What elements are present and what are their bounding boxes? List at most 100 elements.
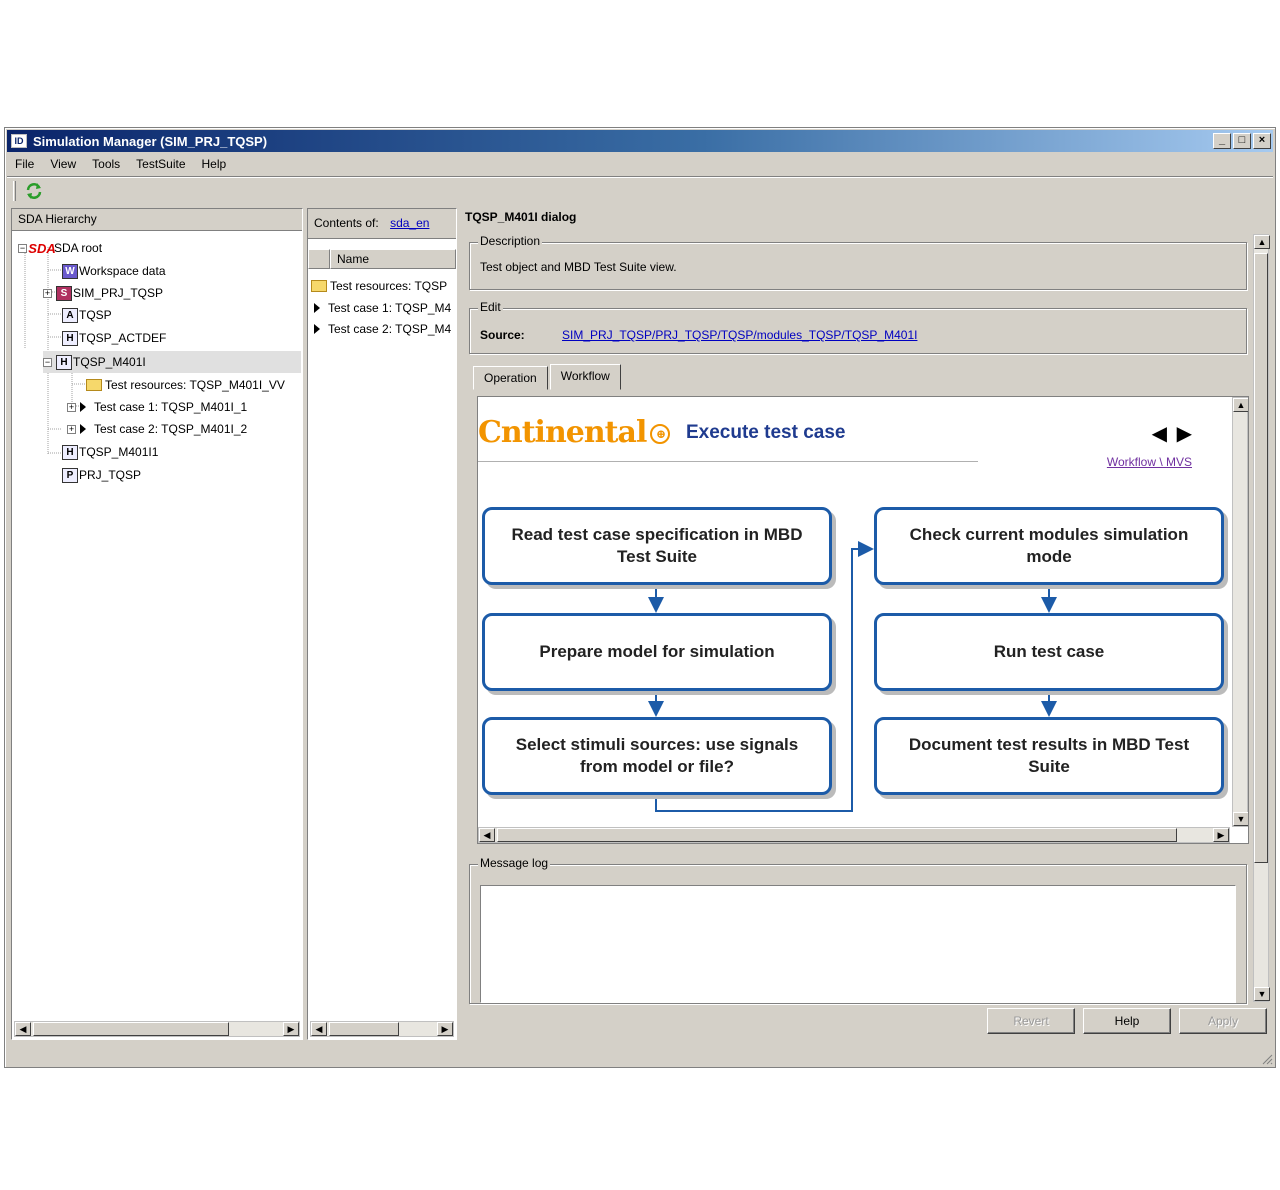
tree-item-label: PRJ_TQSP <box>79 468 142 482</box>
description-legend: Description <box>478 234 543 248</box>
contents-hscrollbar[interactable]: ◀ ▶ <box>310 1021 454 1037</box>
scroll-up-button[interactable]: ▲ <box>1254 235 1270 249</box>
scroll-right-button[interactable]: ▶ <box>1213 828 1229 842</box>
expand-icon[interactable]: + <box>67 424 76 434</box>
folder-icon <box>311 280 327 292</box>
maximize-button[interactable]: □ <box>1233 133 1251 149</box>
toolbar-grip <box>13 180 16 201</box>
tree-item-test-resources[interactable]: Test resources: TQSP_M401I_VV <box>86 374 285 396</box>
tree-item-sim-prj-tqsp[interactable]: + S SIM_PRJ_TQSP <box>43 282 163 304</box>
tree-item-label: TQSP_M401I1 <box>79 445 159 459</box>
step-check-modules[interactable]: Check current modules simulation mode <box>874 507 1224 585</box>
contents-header: Contents of: sda_en <box>308 209 456 239</box>
workflow-canvas: Cntinental ⊕ Execute test case ◀ ▶ Workfl… <box>477 396 1249 844</box>
tab-operation[interactable]: Operation <box>473 366 548 390</box>
tree-item-tqsp[interactable]: A TQSP <box>62 304 112 326</box>
scroll-down-button[interactable]: ▼ <box>1254 987 1270 1001</box>
menu-tools[interactable]: Tools <box>84 157 128 171</box>
edit-group: Edit Source: SIM_PRJ_TQSP/PRJ_TQSP/TQSP/… <box>469 300 1247 354</box>
dialog-title: TQSP_M401I dialog <box>465 210 577 224</box>
tab-workflow[interactable]: Workflow <box>549 364 621 390</box>
scroll-thumb[interactable] <box>497 828 1177 842</box>
simulation-manager-window: ID Simulation Manager (SIM_PRJ_TQSP) _ □… <box>4 127 1276 1068</box>
scroll-up-button[interactable]: ▲ <box>1233 398 1248 412</box>
app-icon: ID <box>11 134 27 148</box>
collapse-icon[interactable]: − <box>18 243 27 253</box>
minimize-button[interactable]: _ <box>1213 133 1231 149</box>
menu-help[interactable]: Help <box>194 157 235 171</box>
menu-testsuite[interactable]: TestSuite <box>128 157 193 171</box>
toolbar <box>7 176 1273 204</box>
tree-item-workspace-data[interactable]: W Workspace data <box>62 260 166 282</box>
tree-item-prj-tqsp[interactable]: P PRJ_TQSP <box>62 464 141 486</box>
dialog-pane: TQSP_M401I dialog Description Test objec… <box>463 208 1271 1063</box>
contents-link[interactable]: sda_en <box>390 216 429 230</box>
scroll-thumb[interactable] <box>1254 253 1268 863</box>
sda-icon: SDA <box>28 240 56 256</box>
hierarchy-hscrollbar[interactable]: ◀ ▶ <box>14 1021 300 1037</box>
tree-item-tqsp-m401i[interactable]: − H TQSP_M401I <box>43 351 301 373</box>
scroll-thumb[interactable] <box>329 1022 399 1036</box>
column-header-name[interactable]: Name <box>330 249 456 269</box>
contents-item-label: Test resources: TQSP <box>330 279 448 293</box>
tree-item-label: TQSP <box>79 308 112 322</box>
menu-file[interactable]: File <box>7 157 42 171</box>
tree-item-label: TQSP_M401I <box>73 355 146 369</box>
scroll-left-button[interactable]: ◀ <box>311 1022 327 1036</box>
help-button[interactable]: Help <box>1083 1008 1171 1034</box>
play-icon <box>314 303 320 313</box>
menu-bar: File View Tools TestSuite Help <box>7 154 1273 174</box>
tree-item-label: TQSP_ACTDEF <box>79 331 167 345</box>
column-header-blank <box>308 249 330 269</box>
collapse-icon[interactable]: − <box>43 357 52 367</box>
step-prepare-model[interactable]: Prepare model for simulation <box>482 613 832 691</box>
resize-grip-icon[interactable] <box>1261 1053 1273 1065</box>
tree-item-label: Test case 1: TQSP_M401I_1 <box>94 400 248 414</box>
expand-icon[interactable]: + <box>43 288 52 298</box>
folder-icon <box>86 379 102 391</box>
step-run-test[interactable]: Run test case <box>874 613 1224 691</box>
description-group: Description Test object and MBD Test Sui… <box>469 234 1247 290</box>
contents-label: Contents of: <box>314 216 379 230</box>
menu-view[interactable]: View <box>42 157 84 171</box>
scroll-left-button[interactable]: ◀ <box>15 1022 31 1036</box>
step-read-spec[interactable]: Read test case specification in MBD Test… <box>482 507 832 585</box>
tree-item-tqsp-actdef[interactable]: H TQSP_ACTDEF <box>62 327 166 349</box>
tree-item-test-case-1[interactable]: + Test case 1: TQSP_M401I_1 <box>67 396 247 418</box>
tree-item-sda-root[interactable]: − SDA SDA root <box>18 237 102 259</box>
scroll-right-button[interactable]: ▶ <box>283 1022 299 1036</box>
play-icon <box>80 402 86 412</box>
refresh-icon <box>26 182 42 199</box>
tree-item-label: Test case 2: TQSP_M401I_2 <box>94 422 248 436</box>
refresh-button[interactable] <box>22 180 46 202</box>
message-log-text[interactable] <box>480 885 1236 1003</box>
scroll-down-button[interactable]: ▼ <box>1233 812 1248 826</box>
tree-item-tqsp-m401i1[interactable]: H TQSP_M401I1 <box>62 441 158 463</box>
module-a-icon: A <box>62 307 78 323</box>
sda-hierarchy-header: SDA Hierarchy <box>12 209 302 231</box>
contents-item-test-resources[interactable]: Test resources: TQSP <box>311 275 456 297</box>
apply-button[interactable]: Apply <box>1179 1008 1267 1034</box>
dialog-vscrollbar[interactable]: ▲ ▼ <box>1253 234 1270 1002</box>
module-h-icon: H <box>62 444 78 460</box>
contents-panel: Contents of: sda_en Name Test resources:… <box>307 208 457 1040</box>
module-h-icon: H <box>62 330 78 346</box>
scroll-thumb[interactable] <box>33 1022 229 1036</box>
step-document-results[interactable]: Document test results in MBD Test Suite <box>874 717 1224 795</box>
tree-item-test-case-2[interactable]: + Test case 2: TQSP_M401I_2 <box>67 418 247 440</box>
close-button[interactable]: × <box>1253 133 1271 149</box>
sda-tree: − SDA SDA root W Workspace data + S SIM_… <box>12 233 302 1019</box>
workflow-vscrollbar[interactable]: ▲ ▼ <box>1232 397 1248 827</box>
step-select-stimuli[interactable]: Select stimuli sources: use signals from… <box>482 717 832 795</box>
dialog-tabs: Operation Workflow <box>473 364 623 390</box>
scroll-right-button[interactable]: ▶ <box>437 1022 453 1036</box>
contents-item-test-case-1[interactable]: Test case 1: TQSP_M4 <box>314 297 456 319</box>
source-link[interactable]: SIM_PRJ_TQSP/PRJ_TQSP/TQSP/modules_TQSP/… <box>562 328 917 342</box>
contents-item-label: Test case 1: TQSP_M4 <box>328 301 452 315</box>
contents-item-test-case-2[interactable]: Test case 2: TQSP_M4 <box>314 318 456 340</box>
workflow-hscrollbar[interactable]: ◀ ▶ <box>478 827 1230 843</box>
scroll-left-button[interactable]: ◀ <box>479 828 495 842</box>
play-icon <box>80 424 86 434</box>
expand-icon[interactable]: + <box>67 402 76 412</box>
revert-button[interactable]: Revert <box>987 1008 1075 1034</box>
